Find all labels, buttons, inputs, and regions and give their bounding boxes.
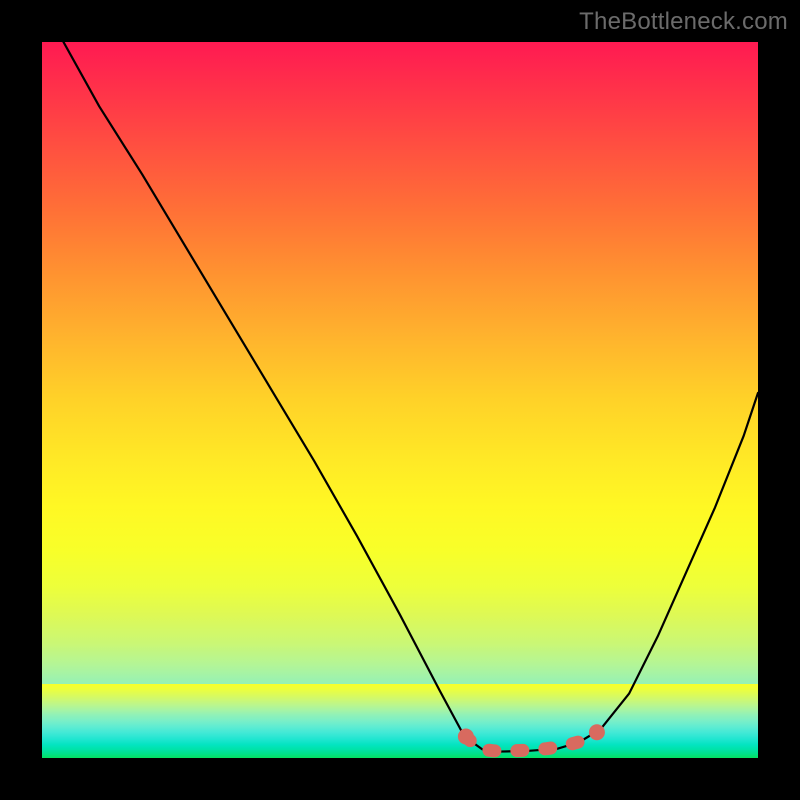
watermark-text: TheBottleneck.com [579,8,788,36]
chart-svg [42,42,758,758]
highlight-end-dot [589,724,605,740]
curve-line [63,42,758,752]
highlight-start-dot [458,729,474,745]
plot-area [42,42,758,758]
chart-stage: TheBottleneck.com [0,0,800,800]
highlight-segment [466,732,597,751]
